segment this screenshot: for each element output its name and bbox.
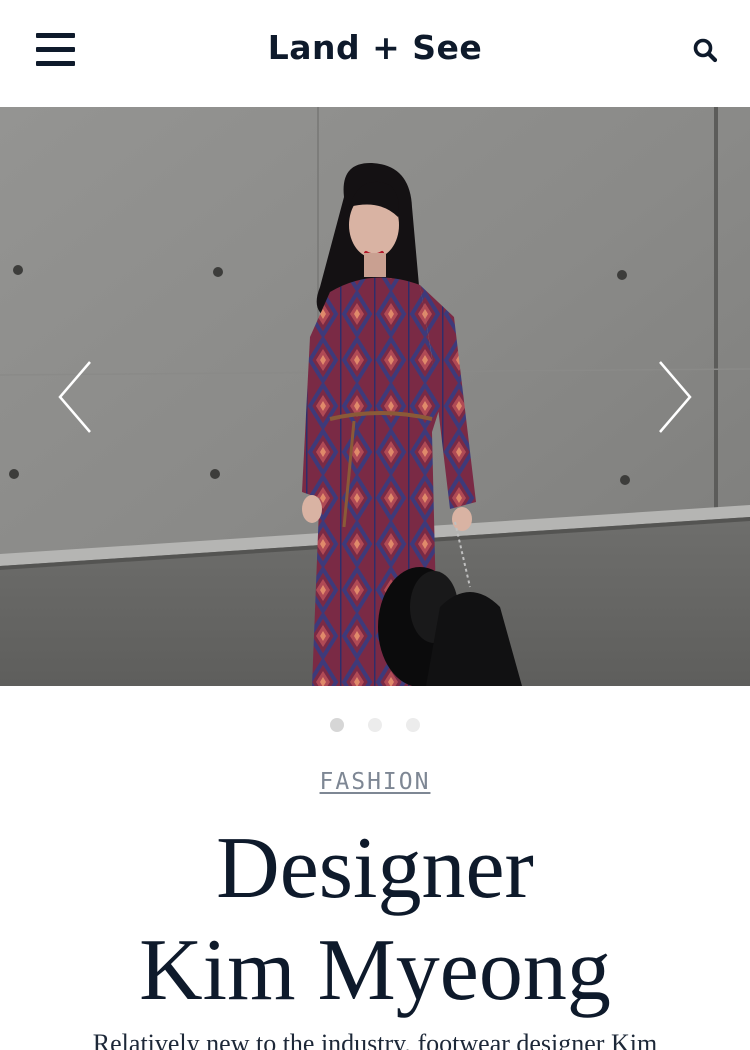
chevron-left-icon	[58, 361, 91, 433]
article-title-line-1: Designer	[216, 820, 534, 917]
slider-prev-button[interactable]	[50, 357, 100, 437]
slider-dot-2[interactable]	[368, 718, 382, 732]
hero-slider[interactable]	[0, 107, 750, 686]
slider-dot-1[interactable]	[330, 718, 344, 732]
category-link[interactable]: FASHION	[320, 769, 431, 795]
article-title-line-2: Kim Myeong	[139, 922, 611, 1019]
slide-image	[0, 107, 750, 686]
article-title: Designer Kim Myeong	[0, 818, 750, 1022]
menu-button[interactable]	[30, 26, 82, 74]
search-button[interactable]	[688, 33, 724, 69]
slider-dot-3[interactable]	[406, 718, 420, 732]
site-header: Land + See	[0, 0, 750, 107]
hamburger-menu-icon	[36, 33, 75, 38]
slider-pagination	[0, 716, 750, 734]
slider-next-button[interactable]	[650, 357, 700, 437]
article-category: FASHION	[0, 766, 750, 798]
site-title-link[interactable]: Land + See	[268, 28, 483, 67]
search-icon	[693, 38, 718, 63]
article-excerpt: Relatively new to the industry, footwear…	[92, 1029, 658, 1050]
site-title: Land + See	[0, 26, 750, 70]
chevron-right-icon	[659, 361, 692, 433]
